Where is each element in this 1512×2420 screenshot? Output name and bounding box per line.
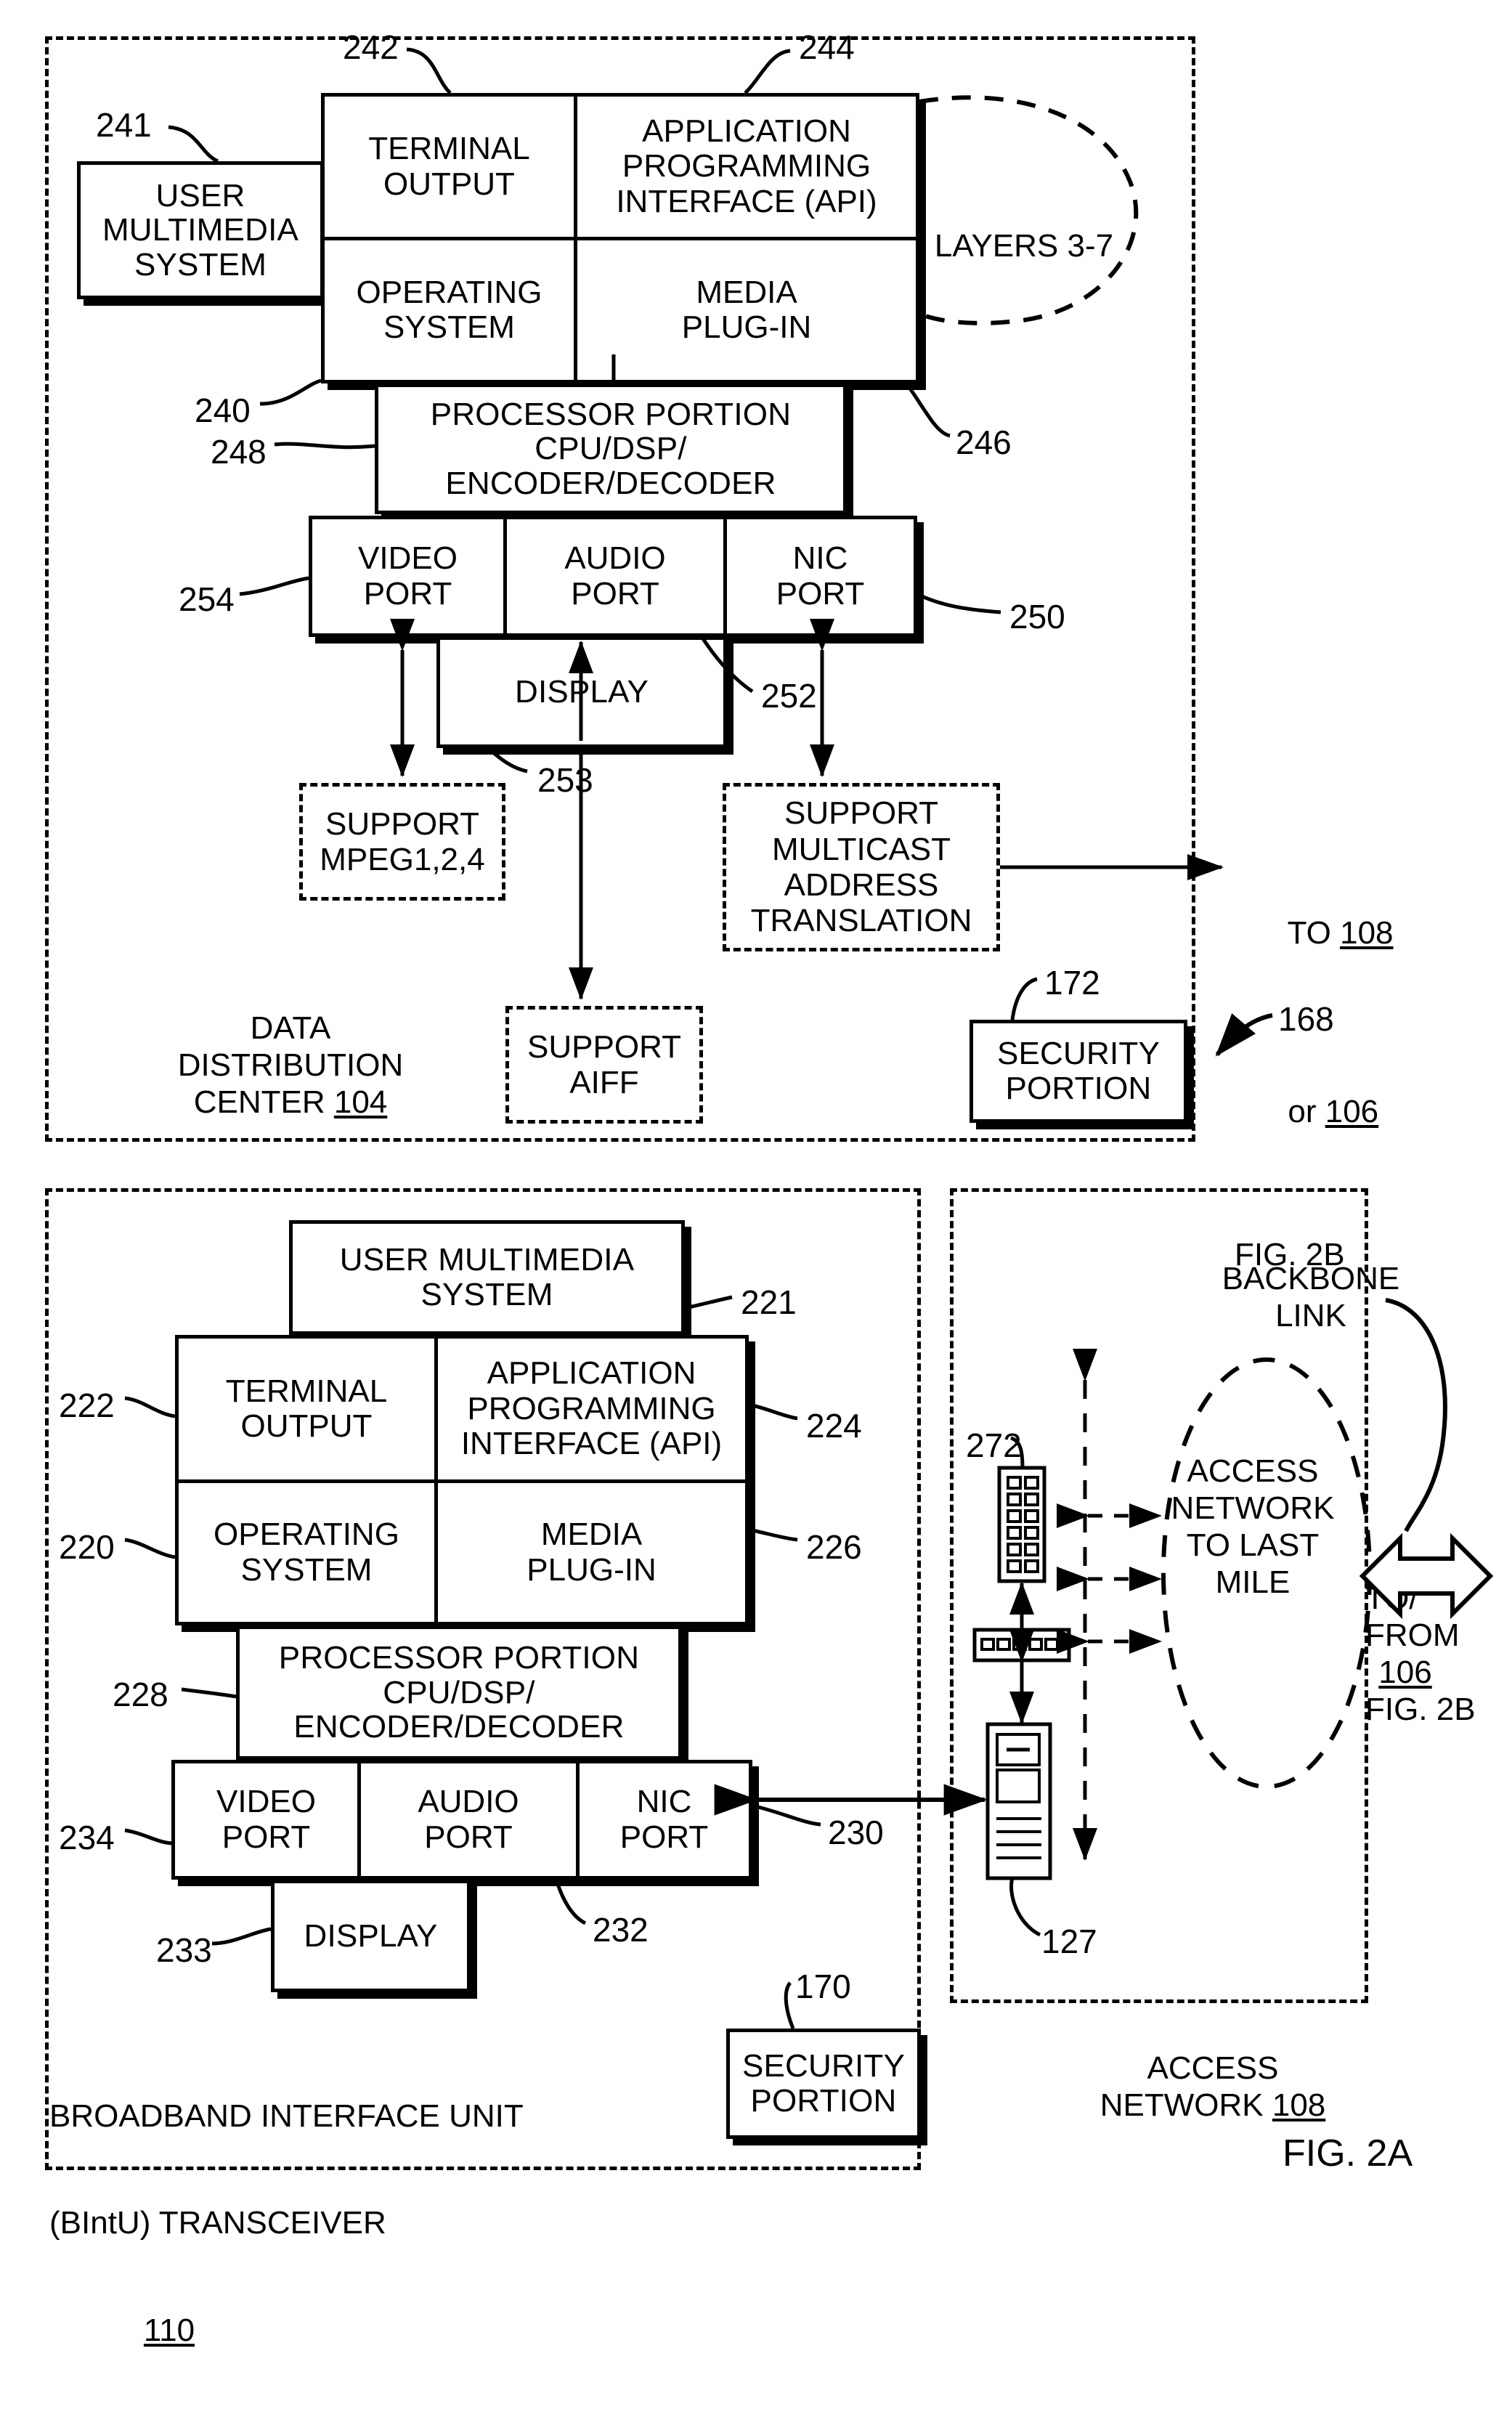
bottom-media-plugin-label: MEDIA PLUG-IN (527, 1516, 657, 1588)
bottom-user-multimedia-system-label: USER MULTIMEDIA SYSTEM (339, 1242, 635, 1312)
bottom-display-label: DISPLAY (304, 1917, 438, 1954)
ref-172: 172 (1044, 964, 1100, 1002)
top-terminal-output-label: TERMINAL OUTPUT (368, 131, 530, 202)
ddc-line-2: DISTRIBUTION (177, 1047, 404, 1084)
bottom-audio-port-label: AUDIO PORT (418, 1784, 519, 1855)
ref-228: 228 (113, 1676, 168, 1713)
top-video-port-label: VIDEO PORT (358, 540, 458, 612)
top-operating-system: OPERATING SYSTEM (325, 240, 574, 380)
backbone-link-label: BACKBONE LINK (1222, 1261, 1400, 1334)
ref-244: 244 (799, 28, 855, 66)
an-exit-line-1: TO/ (1365, 1580, 1418, 1616)
bottom-processor-portion: PROCESSOR PORTION CPU/DSP/ ENCODER/DECOD… (236, 1625, 682, 1760)
ref-233: 233 (156, 1931, 212, 1969)
ref-232: 232 (593, 1911, 649, 1949)
ref-252: 252 (761, 677, 817, 715)
ref-234: 234 (59, 1819, 115, 1856)
bottom-operating-system: OPERATING SYSTEM (179, 1483, 434, 1622)
ref-253: 253 (537, 761, 593, 799)
top-support-mpeg-label: SUPPORT MPEG1,2,4 (320, 805, 485, 877)
bottom-nic-port: NIC PORT (580, 1763, 749, 1876)
ref-246: 246 (956, 423, 1012, 461)
ref-254: 254 (179, 580, 235, 618)
bintu-caption: BROADBAND INTERFACE UNIT (BIntU) TRANSCE… (49, 2026, 524, 2420)
top-api-label: APPLICATION PROGRAMMING INTERFACE (API) (616, 113, 877, 219)
top-support-aiff-box: SUPPORT AIFF (505, 1006, 703, 1124)
top-audio-port: AUDIO PORT (507, 519, 723, 633)
ref-224: 224 (806, 1407, 862, 1445)
top-nic-port: NIC PORT (727, 519, 914, 633)
top-support-aiff-label: SUPPORT AIFF (527, 1028, 681, 1100)
bottom-api: APPLICATION PROGRAMMING INTERFACE (API) (438, 1339, 745, 1479)
ref-220: 220 (59, 1528, 115, 1566)
bintu-line-2: (BIntU) TRANSCEIVER (49, 2205, 386, 2241)
figure-label: FIG. 2A (1283, 2132, 1413, 2175)
bottom-terminal-output: TERMINAL OUTPUT (179, 1339, 434, 1479)
an-caption-1: ACCESS (1147, 2050, 1279, 2086)
bottom-user-multimedia-system: USER MULTIMEDIA SYSTEM (289, 1220, 685, 1335)
ref-226: 226 (806, 1528, 862, 1566)
bottom-display: DISPLAY (271, 1880, 471, 1992)
figure-2a-canvas: USER MULTIMEDIA SYSTEM TERMINAL OUTPUT A… (0, 0, 1512, 2348)
top-processor-portion: PROCESSOR PORTION CPU/DSP/ ENCODER/DECOD… (375, 383, 847, 514)
an-caption-2: NETWORK 108 (1100, 2087, 1326, 2124)
bottom-video-port-label: VIDEO PORT (216, 1784, 316, 1855)
top-display: DISPLAY (436, 636, 727, 748)
ddc-line-3: CENTER 104 (193, 1084, 388, 1121)
top-video-port: VIDEO PORT (312, 519, 503, 633)
ddc-line-1: DATA (250, 1010, 331, 1046)
top-security-portion-label: SECURITY PORTION (996, 1036, 1161, 1106)
top-support-multicast-label: SUPPORT MULTICAST ADDRESS TRANSLATION (750, 795, 972, 939)
ref-230: 230 (828, 1814, 884, 1851)
bottom-processor-portion-label: PROCESSOR PORTION CPU/DSP/ ENCODER/DECOD… (278, 1640, 640, 1745)
ref-127: 127 (1041, 1922, 1097, 1960)
ref-170: 170 (795, 1968, 851, 2005)
top-nic-port-label: NIC PORT (776, 540, 865, 612)
ref-248: 248 (211, 433, 267, 471)
bottom-video-port: VIDEO PORT (175, 1763, 357, 1876)
bottom-api-label: APPLICATION PROGRAMMING INTERFACE (API) (460, 1355, 723, 1462)
an-exit-line-2: FROM (1365, 1617, 1460, 1654)
data-distribution-center-caption: DATA DISTRIBUTION CENTER 104 (145, 1010, 436, 1121)
ref-250: 250 (1009, 598, 1065, 636)
ref-241: 241 (96, 106, 152, 144)
top-user-multimedia-system-label: USER MULTIMEDIA SYSTEM (102, 177, 299, 283)
top-operating-system-label: OPERATING SYSTEM (356, 274, 542, 345)
bottom-security-portion: SECURITY PORTION (726, 2029, 921, 2139)
access-network-cloud-label: ACCESS NETWORK TO LAST MILE (1171, 1453, 1335, 1601)
bottom-security-portion-label: SECURITY PORTION (741, 2048, 906, 2119)
top-support-multicast-box: SUPPORT MULTICAST ADDRESS TRANSLATION (723, 783, 1000, 951)
bottom-terminal-output-label: TERMINAL OUTPUT (225, 1373, 388, 1444)
top-media-plugin: MEDIA PLUG-IN (577, 240, 916, 380)
access-network-caption: ACCESS NETWORK 108 (1075, 2050, 1351, 2124)
top-terminal-output: TERMINAL OUTPUT (325, 97, 574, 237)
bottom-nic-port-label: NIC PORT (619, 1784, 709, 1855)
bottom-operating-system-label: OPERATING SYSTEM (214, 1516, 399, 1588)
bintu-ref: 110 (143, 2313, 195, 2349)
top-user-multimedia-system: USER MULTIMEDIA SYSTEM (77, 161, 324, 299)
an-exit-ref: 106 (1378, 1654, 1432, 1691)
top-api: APPLICATION PROGRAMMING INTERFACE (API) (577, 97, 916, 237)
top-audio-port-label: AUDIO PORT (564, 540, 666, 612)
ref-222: 222 (59, 1386, 115, 1424)
access-network-exit-note: TO/ FROM 106 FIG. 2B (1365, 1580, 1511, 1728)
bottom-audio-port: AUDIO PORT (361, 1763, 576, 1876)
top-processor-portion-label: PROCESSOR PORTION CPU/DSP/ ENCODER/DECOD… (430, 396, 792, 501)
ref-242: 242 (343, 28, 399, 66)
ref-272: 272 (966, 1426, 1022, 1464)
top-exit-line-1: TO 108 (1287, 914, 1394, 951)
top-display-label: DISPLAY (515, 674, 649, 710)
top-security-portion: SECURITY PORTION (970, 1020, 1187, 1123)
ref-168: 168 (1278, 1000, 1334, 1038)
an-exit-line-4: FIG. 2B (1365, 1692, 1476, 1728)
top-media-plugin-label: MEDIA PLUG-IN (681, 274, 812, 345)
top-layers-label: LAYERS 3-7 (934, 228, 1114, 264)
ddc-ref: 104 (333, 1084, 388, 1121)
ref-221: 221 (741, 1283, 797, 1321)
bottom-media-plugin: MEDIA PLUG-IN (438, 1483, 745, 1622)
ref-240: 240 (195, 391, 251, 429)
bintu-line-1: BROADBAND INTERFACE UNIT (49, 2098, 524, 2134)
top-exit-line-2: or 106 (1288, 1094, 1379, 1130)
top-support-mpeg-box: SUPPORT MPEG1,2,4 (299, 783, 505, 901)
